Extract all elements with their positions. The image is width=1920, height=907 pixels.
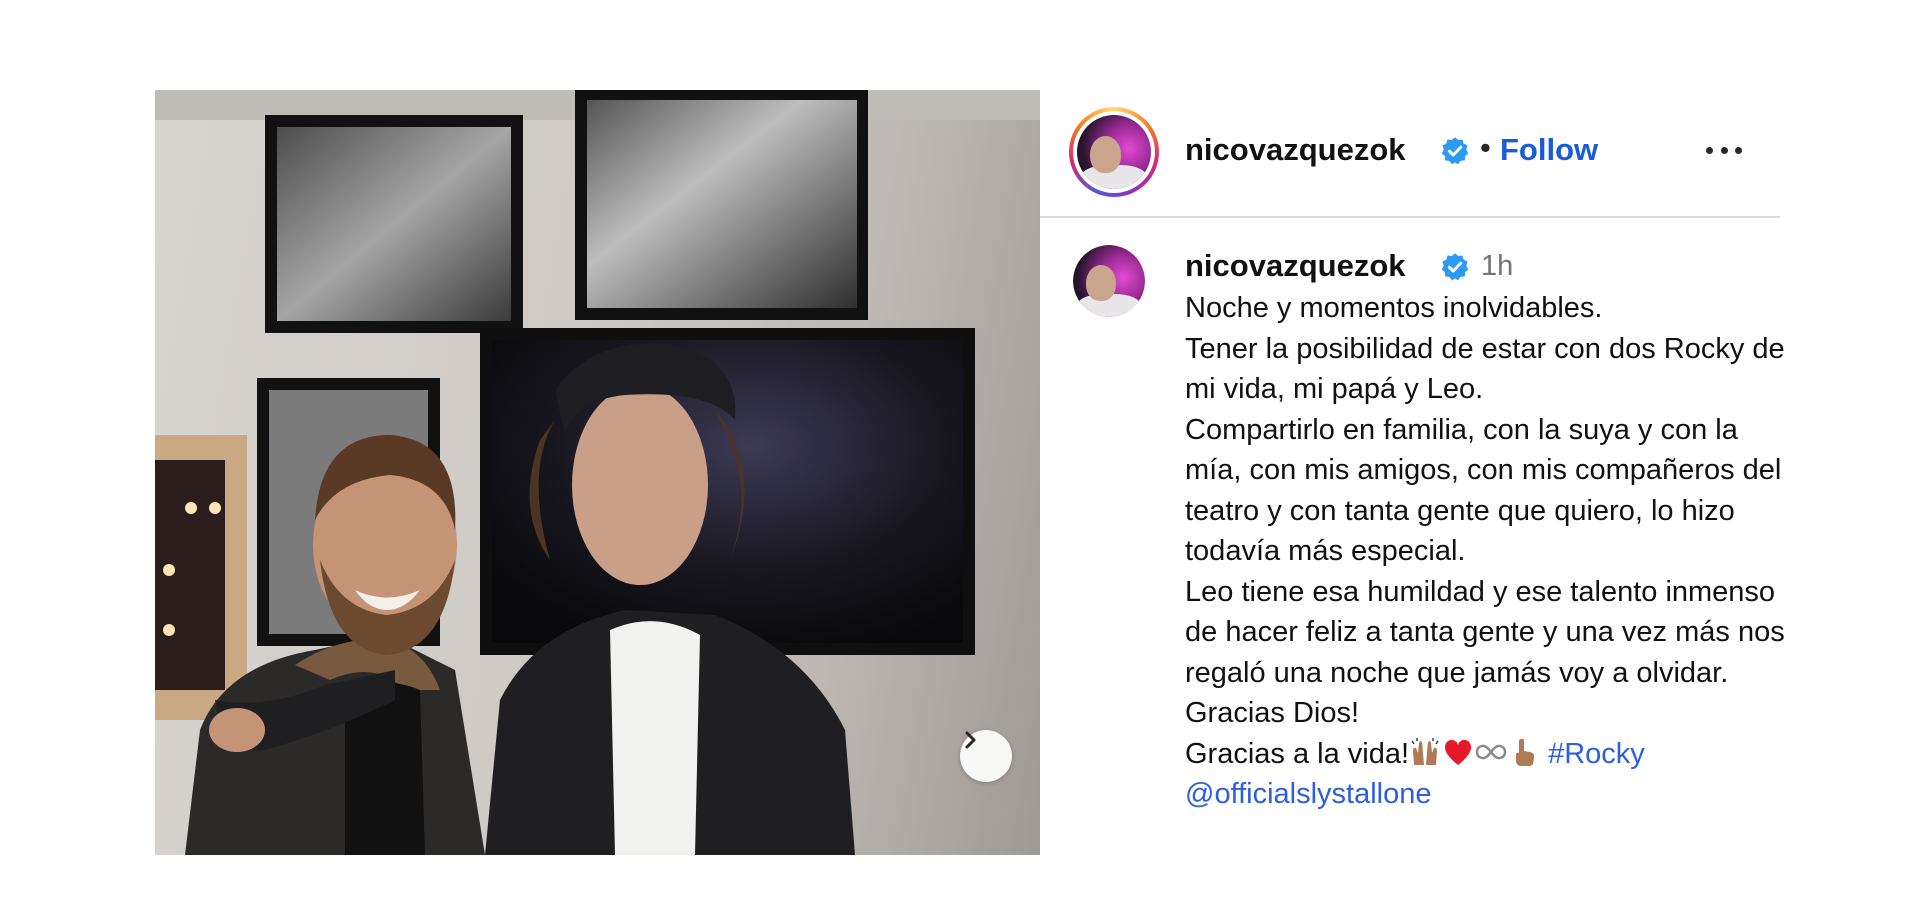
carousel-next-button[interactable] <box>960 730 1012 782</box>
chevron-right-icon <box>965 731 976 749</box>
caption: nicovazquezok 1h Noche y momentos inolvi… <box>1185 248 1785 815</box>
hashtag-link[interactable]: #Rocky <box>1548 738 1645 770</box>
more-horizontal-icon <box>1706 146 1713 154</box>
more-options-button[interactable] <box>1700 132 1748 168</box>
post-side-panel: nicovazquezok • Follow nicovazquezok 1h <box>1040 90 1790 855</box>
emoji-group <box>1409 737 1540 767</box>
avatar <box>1077 115 1151 189</box>
caption-text-block: Noche y momentos inolvidables. Tener la … <box>1185 288 1785 815</box>
story-ring[interactable] <box>1069 107 1159 197</box>
photo-illustration <box>155 90 1040 855</box>
post-photo[interactable] <box>155 90 1040 855</box>
mention-link[interactable]: @officialslystallone <box>1185 778 1432 810</box>
infinity-emoji <box>1475 744 1507 759</box>
post-header: nicovazquezok • Follow <box>1040 90 1780 218</box>
caption-avatar[interactable] <box>1073 245 1145 317</box>
caption-username[interactable]: nicovazquezok <box>1185 248 1406 284</box>
raised-hands-emoji <box>1411 737 1439 765</box>
verified-badge-icon <box>1441 253 1469 281</box>
pointing-up-emoji <box>1516 738 1535 766</box>
verified-badge-icon <box>1441 137 1469 165</box>
follow-button[interactable]: Follow <box>1500 132 1598 168</box>
post-timestamp[interactable]: 1h <box>1481 250 1513 283</box>
red-heart-emoji <box>1444 739 1472 765</box>
separator-dot: • <box>1480 130 1491 165</box>
caption-body: Noche y momentos inolvidables. Tener la … <box>1185 292 1785 770</box>
header-username[interactable]: nicovazquezok <box>1185 132 1406 168</box>
instagram-post: nicovazquezok • Follow nicovazquezok 1h <box>155 90 1790 855</box>
